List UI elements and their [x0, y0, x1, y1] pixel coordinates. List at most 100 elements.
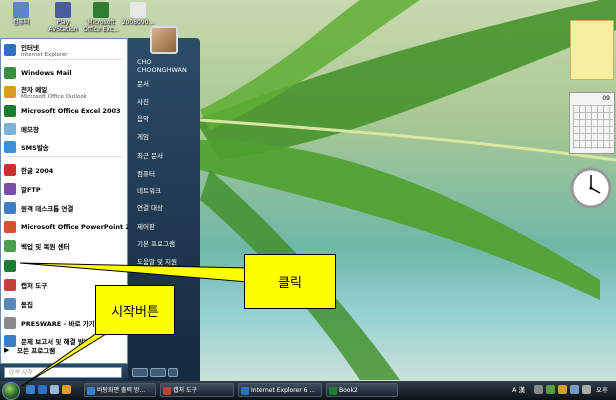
start-menu-item[interactable]: SMS발송 — [4, 137, 128, 157]
all-programs-item[interactable]: ▶ 모든 프로그램 — [4, 340, 128, 360]
start-menu-item[interactable]: 메모장 — [4, 119, 128, 139]
start-menu-item-title: 전자 메일 — [21, 86, 48, 94]
internet-explorer-icon — [4, 44, 16, 56]
desktop-icon[interactable]: Microsoft Office Exc... — [80, 2, 122, 33]
taskbar-button-label: 캡처 도구 — [173, 387, 197, 394]
start-menu-place-item[interactable]: 최근 문서 — [137, 152, 163, 160]
start-menu-item[interactable]: 알FTP — [4, 179, 128, 199]
excel-icon — [4, 260, 16, 272]
calendar-grid — [573, 105, 613, 149]
start-menu-item-title: 한글 2004 — [21, 167, 54, 175]
start-menu-item-title: Windows Mail — [21, 69, 72, 77]
power-button[interactable] — [132, 368, 148, 377]
language-bar[interactable]: A 漢 — [512, 385, 525, 395]
start-menu-item-text: Microsoft Office PowerPoint 2007 — [21, 223, 143, 231]
start-menu-place-item[interactable]: 제어판 — [137, 223, 155, 231]
desktop-icon-label: Microsoft Office Exc... — [83, 19, 119, 33]
start-menu-item-text: Windows Mail — [21, 69, 72, 77]
start-button-callout-label: 시작버튼 — [111, 304, 159, 320]
start-menu-place-item[interactable]: 사진 — [137, 98, 149, 106]
start-menu-place-item[interactable]: 음악 — [137, 115, 149, 123]
desktop-icon[interactable]: Play AVStation — [42, 2, 84, 33]
start-menu-item-text: PRESWARE - 바로 가기 — [21, 318, 95, 328]
hangul-icon — [4, 164, 16, 176]
start-button[interactable] — [2, 382, 20, 400]
menu-separator — [7, 156, 123, 157]
user-picture[interactable] — [150, 26, 178, 54]
taskbar-button[interactable]: Internet Explorer 6 ... — [238, 383, 322, 397]
snipping-tool-icon — [4, 279, 16, 291]
desktop-icon[interactable]: 컴퓨터 — [0, 2, 42, 26]
notepad-icon — [4, 123, 16, 135]
start-menu-place-item[interactable]: 문서 — [137, 80, 149, 88]
start-menu-place-item[interactable]: 컴퓨터 — [137, 170, 155, 178]
start-menu-item[interactable]: 한글 2004 — [4, 160, 128, 180]
calendar-gadget[interactable]: 09 — [569, 92, 615, 154]
start-button-callout: 시작버튼 — [95, 285, 175, 335]
user-name[interactable]: CHO CHOONGHWAN — [137, 58, 197, 74]
start-menu-item-text: 메모장 — [21, 124, 39, 134]
quicklaunch-extra-icon[interactable] — [62, 385, 71, 394]
desktop-shortcut-icon — [130, 2, 146, 18]
start-menu-item-text: SMS발송 — [21, 142, 49, 152]
start-menu-item[interactable] — [4, 256, 128, 276]
start-menu-item[interactable]: Microsoft Office PowerPoint 2007 — [4, 217, 143, 237]
start-menu-item-subtitle: Microsoft Office Outlook — [21, 94, 87, 100]
tray-icon-a[interactable] — [534, 385, 543, 394]
start-menu-item[interactable]: 백업 및 복원 센터 — [4, 236, 128, 256]
power-options-arrow[interactable] — [168, 368, 178, 377]
start-menu-place-item[interactable]: 게임 — [137, 133, 149, 141]
click-callout: 클릭 — [244, 254, 336, 309]
volume-icon[interactable] — [582, 385, 591, 394]
start-menu-place-item[interactable]: 기본 프로그램 — [137, 240, 175, 248]
taskbar-app-icon — [329, 387, 337, 395]
start-menu-place-item[interactable]: 도움말 및 지원 — [137, 258, 177, 266]
start-menu-item[interactable]: 인터넷 Internet Explorer — [4, 40, 128, 60]
internet-explorer-quicklaunch-icon[interactable] — [38, 385, 47, 394]
taskbar-button[interactable]: 캡처 도구 — [160, 383, 234, 397]
lock-button[interactable] — [150, 368, 166, 377]
start-menu-item-title: 원격 데스크톱 연결 — [21, 205, 74, 213]
desktop-icon[interactable]: 2008090... — [117, 2, 159, 26]
show-desktop-icon[interactable] — [26, 385, 35, 394]
start-menu-item[interactable]: 전자 메일 Microsoft Office Outlook — [4, 82, 128, 102]
clock-time[interactable]: 오후 — [596, 385, 608, 395]
start-menu-place-item[interactable]: 네트워크 — [137, 187, 161, 195]
taskbar-button[interactable]: Book2 — [326, 383, 398, 397]
network-icon[interactable] — [570, 385, 579, 394]
start-menu-item-title: SMS발송 — [21, 144, 49, 152]
taskbar-button-label: Book2 — [339, 387, 358, 394]
start-menu-place-item[interactable]: 연결 대상 — [137, 204, 163, 212]
desktop-icon-label: 컴퓨터 — [12, 19, 30, 26]
start-search-input[interactable]: 검색 시작 — [4, 367, 122, 378]
start-menu-item-text: 한글 2004 — [21, 165, 53, 175]
desktop-shortcut-icon — [93, 2, 109, 18]
taskbar-app-icon — [87, 387, 95, 395]
start-menu-item[interactable]: 원격 데스크톱 연결 — [4, 198, 128, 218]
tray-icon-c[interactable] — [558, 385, 567, 394]
taskbar-app-icon — [241, 387, 249, 395]
start-menu-item-text: 캡처 도구 — [21, 280, 47, 290]
start-menu-item-subtitle: Internet Explorer — [21, 52, 68, 58]
start-menu-item-text: 전자 메일 Microsoft Office Outlook — [21, 84, 87, 100]
start-menu-item[interactable]: Windows Mail — [4, 63, 128, 83]
taskbar: 바탕화면 출력 방... 캡처 도구 Internet Explorer 6 ...… — [0, 381, 616, 400]
start-menu-item-title: 알FTP — [21, 186, 41, 194]
tray-icon-b[interactable] — [546, 385, 555, 394]
start-menu-item[interactable]: Microsoft Office Excel 2003 — [4, 101, 128, 121]
clock-gadget[interactable] — [569, 166, 613, 218]
start-menu-item-title: 메모장 — [21, 126, 39, 134]
taskbar-button[interactable]: 바탕화면 출력 방... — [84, 383, 156, 397]
menu-separator — [7, 59, 123, 60]
click-callout-label: 클릭 — [278, 276, 302, 291]
start-menu-item-title: 백업 및 복원 센터 — [21, 243, 70, 251]
backup-icon — [4, 240, 16, 252]
notes-gadget[interactable] — [570, 20, 614, 80]
arrow-right-icon: ▶ — [4, 346, 10, 354]
start-menu-item-title: Microsoft Office Excel 2003 — [21, 107, 121, 115]
switch-windows-icon[interactable] — [50, 385, 59, 394]
start-menu-item-title: 인터넷 — [21, 44, 39, 52]
start-menu-search-bar: 검색 시작 — [0, 364, 128, 381]
taskbar-button-label: Internet Explorer 6 ... — [251, 387, 316, 394]
desktop-shortcut-icon — [55, 2, 71, 18]
